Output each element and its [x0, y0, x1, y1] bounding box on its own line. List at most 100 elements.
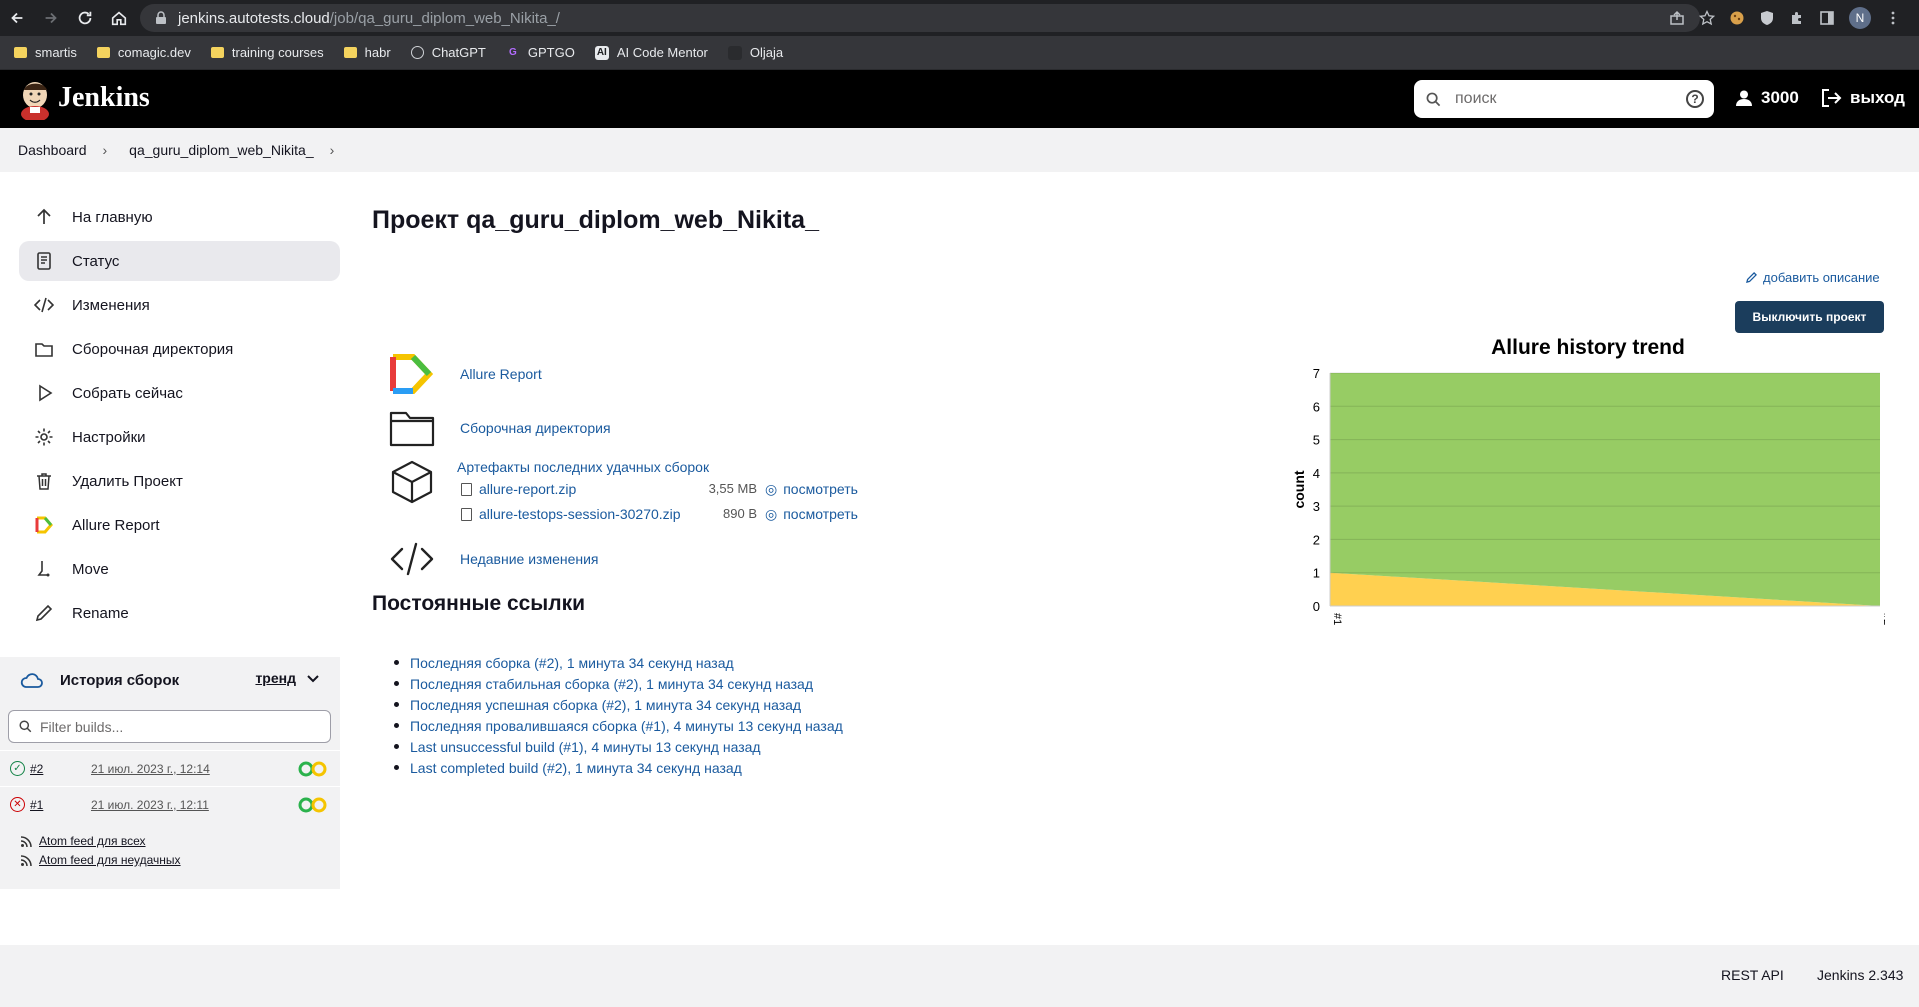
sidebar-item-delete[interactable]: Удалить Проект [19, 461, 340, 501]
lock-icon [156, 11, 166, 24]
sidebar-item-build-now[interactable]: Собрать сейчас [19, 373, 340, 413]
folder-icon [388, 406, 436, 450]
bookmark-oljaja[interactable]: Oljaja [727, 45, 783, 60]
permalink-link[interactable]: Последняя стабильная сборка (#2), 1 мину… [410, 676, 813, 692]
shield-extension-icon[interactable] [1759, 10, 1775, 26]
code-icon [33, 294, 55, 316]
puzzle-icon[interactable] [1789, 10, 1805, 26]
trend-link[interactable]: тренд [255, 670, 296, 686]
y-tick-label: 0 [1313, 599, 1320, 614]
help-icon[interactable]: ? [1686, 90, 1704, 108]
address-bar[interactable]: jenkins.autotests.cloud/job/qa_guru_dipl… [140, 4, 1700, 32]
recent-changes-link[interactable]: Недавние изменения [388, 537, 988, 581]
artifact-view-link[interactable]: ◎ посмотреть [765, 481, 858, 498]
fingerprint-icon: ◎ [765, 481, 778, 497]
allure-report-link[interactable]: Allure Report [388, 352, 988, 396]
sidebar-item-move[interactable]: Move [19, 549, 340, 589]
y-tick-label: 5 [1313, 433, 1320, 448]
permalink-link[interactable]: Last unsuccessful build (#1), 4 минуты 1… [410, 739, 761, 755]
permalink-item[interactable]: Последняя успешная сборка (#2), 1 минута… [394, 694, 843, 715]
bookmarks-bar: smartis comagic.dev training courses hab… [0, 36, 1919, 70]
allure-history-trend-chart[interactable]: Allure history trend count 0 1 2 3 4 5 6 7 #1 #2 [1285, 325, 1885, 645]
arrow-up-icon [33, 206, 55, 228]
y-tick-label: 2 [1313, 532, 1320, 547]
sidebar-item-rename[interactable]: Rename [19, 593, 340, 633]
code-icon [388, 537, 436, 581]
cookie-extension-icon[interactable] [1729, 10, 1745, 26]
allure-badge-icon[interactable] [297, 797, 329, 813]
x-tick-label: #2 [1881, 613, 1885, 625]
bookmark-comagic[interactable]: comagic.dev [96, 45, 191, 60]
sidebar-item-workspace[interactable]: Сборочная директория [19, 329, 340, 369]
build-number[interactable]: #2 [30, 762, 43, 776]
build-number[interactable]: #1 [30, 798, 43, 812]
build-row[interactable]: ✕ #1 21 июл. 2023 г., 12:11 [0, 786, 340, 822]
permalink-link[interactable]: Последняя провалившаяся сборка (#1), 4 м… [410, 718, 843, 734]
breadcrumb-project[interactable]: qa_guru_diplom_web_Nikita_ [129, 142, 313, 158]
add-description-link[interactable]: добавить описание [1745, 270, 1880, 285]
sidebar-item-configure[interactable]: Настройки [19, 417, 340, 457]
workspace-link[interactable]: Сборочная директория [388, 406, 988, 450]
chevron-down-icon[interactable] [306, 671, 320, 685]
jenkins-logo-icon[interactable] [18, 78, 52, 120]
side-panel-icon[interactable] [1819, 10, 1835, 26]
permalink-item[interactable]: Последняя стабильная сборка (#2), 1 мину… [394, 673, 843, 694]
folder-icon [343, 47, 357, 58]
sidebar-item-status[interactable]: Статус [19, 241, 340, 281]
sidebar-item-changes[interactable]: Изменения [19, 285, 340, 325]
chevron-right-icon[interactable]: › [330, 142, 335, 158]
permalink-item[interactable]: Последняя провалившаяся сборка (#1), 4 м… [394, 715, 843, 736]
y-tick-label: 4 [1313, 466, 1320, 481]
bookmark-ai-code-mentor[interactable]: AI AI Code Mentor [594, 45, 708, 60]
back-icon[interactable] [0, 0, 34, 36]
user-icon [1736, 90, 1752, 106]
filter-builds-input[interactable] [40, 718, 320, 735]
bookmark-smartis[interactable]: smartis [14, 45, 77, 60]
permalink-item[interactable]: Last completed build (#2), 1 минута 34 с… [394, 757, 843, 778]
permalink-link[interactable]: Последняя успешная сборка (#2), 1 минута… [410, 697, 801, 713]
y-tick-label: 3 [1313, 499, 1320, 514]
sidebar-item-home[interactable]: На главную [19, 197, 340, 237]
artifacts-title[interactable]: Артефакты последних удачных сборок [457, 459, 907, 475]
bookmark-chatgpt[interactable]: ChatGPT [410, 45, 486, 60]
folder-icon [14, 47, 27, 58]
reload-icon[interactable] [68, 0, 102, 36]
share-icon[interactable] [1669, 10, 1685, 26]
artifact-name[interactable]: allure-report.zip [479, 481, 576, 497]
user-link[interactable]: 3000 [1735, 88, 1799, 108]
profile-avatar[interactable]: N [1849, 7, 1871, 29]
allure-badge-icon[interactable] [297, 761, 329, 777]
more-menu-icon[interactable] [1885, 10, 1901, 26]
rest-api-link[interactable]: REST API [1721, 967, 1784, 983]
star-icon[interactable] [1699, 10, 1715, 26]
build-date[interactable]: 21 июл. 2023 г., 12:11 [91, 798, 209, 812]
cloud-icon [20, 673, 43, 688]
forward-icon[interactable] [34, 0, 68, 36]
permalink-link[interactable]: Last completed build (#2), 1 минута 34 с… [410, 760, 742, 776]
jenkins-title[interactable]: Jenkins [58, 82, 150, 114]
atom-feed-all[interactable]: Atom feed для всех [20, 834, 340, 848]
folder-icon [33, 338, 55, 360]
build-row[interactable]: ✓ #2 21 июл. 2023 г., 12:14 [0, 750, 340, 786]
bookmark-gptgo[interactable]: G GPTGO [506, 45, 575, 60]
bookmark-training-courses[interactable]: training courses [210, 45, 324, 60]
atom-feed-failed[interactable]: Atom feed для неудачных [20, 853, 340, 867]
sidebar-item-allure-report[interactable]: Allure Report [19, 505, 340, 545]
home-icon[interactable] [102, 0, 136, 36]
search-input[interactable] [1455, 90, 1675, 108]
permalink-link[interactable]: Последняя сборка (#2), 1 минута 34 секун… [410, 655, 734, 671]
fingerprint-icon: ◎ [765, 506, 778, 522]
search-icon [19, 720, 32, 733]
build-date[interactable]: 21 июл. 2023 г., 12:14 [91, 762, 210, 776]
jenkins-version[interactable]: Jenkins 2.343 [1817, 967, 1903, 983]
breadcrumb-dashboard[interactable]: Dashboard [18, 142, 87, 158]
bookmark-habr[interactable]: habr [343, 45, 391, 60]
artifact-view-link[interactable]: ◎ посмотреть [765, 506, 858, 523]
logout-link[interactable]: выход [1820, 88, 1905, 108]
pencil-icon [1746, 272, 1757, 283]
permalink-item[interactable]: Last unsuccessful build (#1), 4 минуты 1… [394, 736, 843, 757]
permalink-item[interactable]: Последняя сборка (#2), 1 минута 34 секун… [394, 652, 843, 673]
play-icon [33, 382, 55, 404]
ai-code-mentor-icon: AI [594, 45, 609, 60]
artifact-name[interactable]: allure-testops-session-30270.zip [479, 506, 681, 522]
